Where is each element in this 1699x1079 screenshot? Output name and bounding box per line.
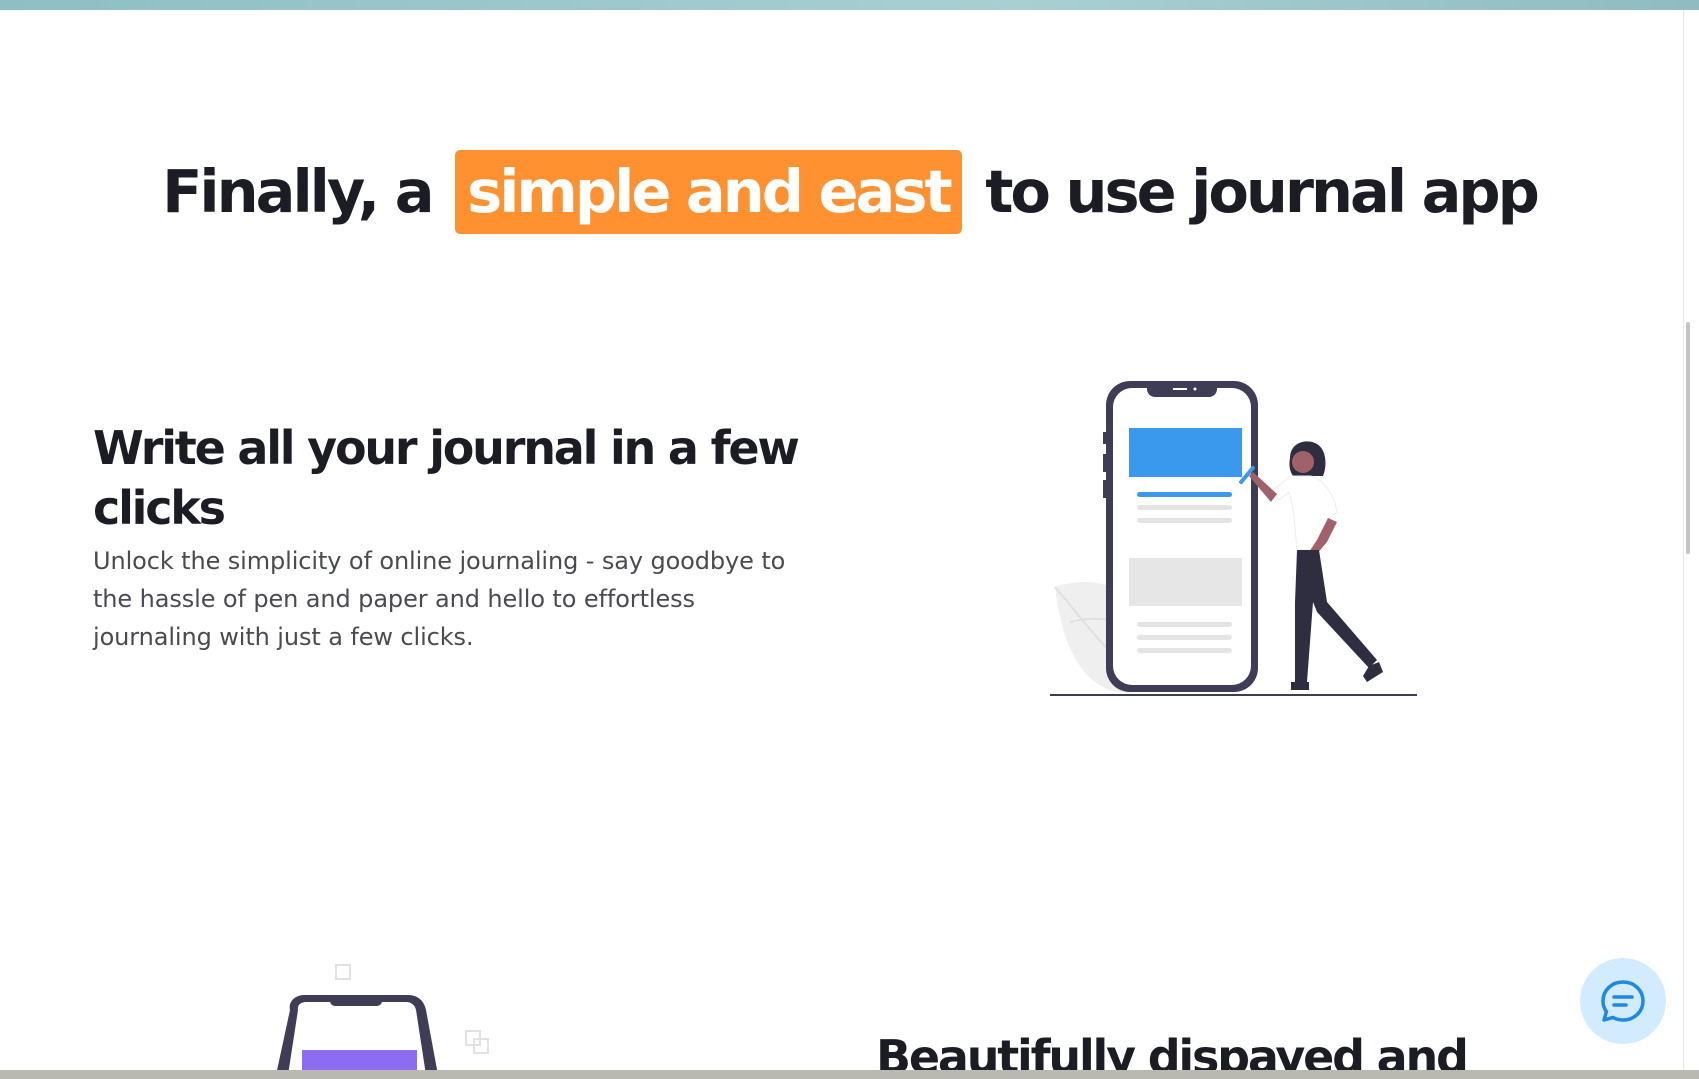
page-headline: Finally, a simple and east to use journa… (0, 138, 1699, 246)
phone-line (1137, 622, 1232, 627)
woman-legs (1295, 550, 1377, 682)
window-top-edge (0, 0, 1699, 10)
phone-side-button (1103, 432, 1107, 444)
phone-line (1137, 505, 1232, 510)
phone-notch-2 (330, 995, 382, 1006)
phone-line (1137, 518, 1232, 523)
phone-card-blue (1129, 428, 1242, 477)
chat-icon (1601, 980, 1645, 1022)
headline-highlight: simple and east (455, 149, 962, 234)
phone-line (1137, 648, 1232, 653)
phone-illustration-2 (277, 964, 489, 1070)
phone-camera (1193, 387, 1197, 391)
phone-side-button-2 (1103, 454, 1107, 472)
woman-shoe-2 (1363, 662, 1383, 682)
headline-prefix: Finally, a (162, 157, 434, 226)
scrollbar-thumb[interactable] (1686, 322, 1690, 554)
phone-line (1137, 635, 1232, 640)
feature-1-description: Unlock the simplicity of online journali… (93, 547, 786, 651)
phone-side-button-3 (1103, 480, 1107, 498)
float-square (335, 964, 351, 980)
phone-card-purple (302, 1050, 417, 1070)
chat-button[interactable] (1580, 958, 1666, 1044)
phone-line-blue (1137, 492, 1232, 497)
phone-illustration (1050, 381, 1417, 696)
window-bottom-edge (0, 1070, 1699, 1079)
headline-suffix: to use journal app (985, 157, 1540, 226)
phone-card-gray (1129, 558, 1242, 606)
woman-face (1292, 451, 1314, 473)
woman-shoe (1291, 682, 1309, 690)
feature-1-title: Write all your journal in a few clicks (93, 421, 800, 535)
